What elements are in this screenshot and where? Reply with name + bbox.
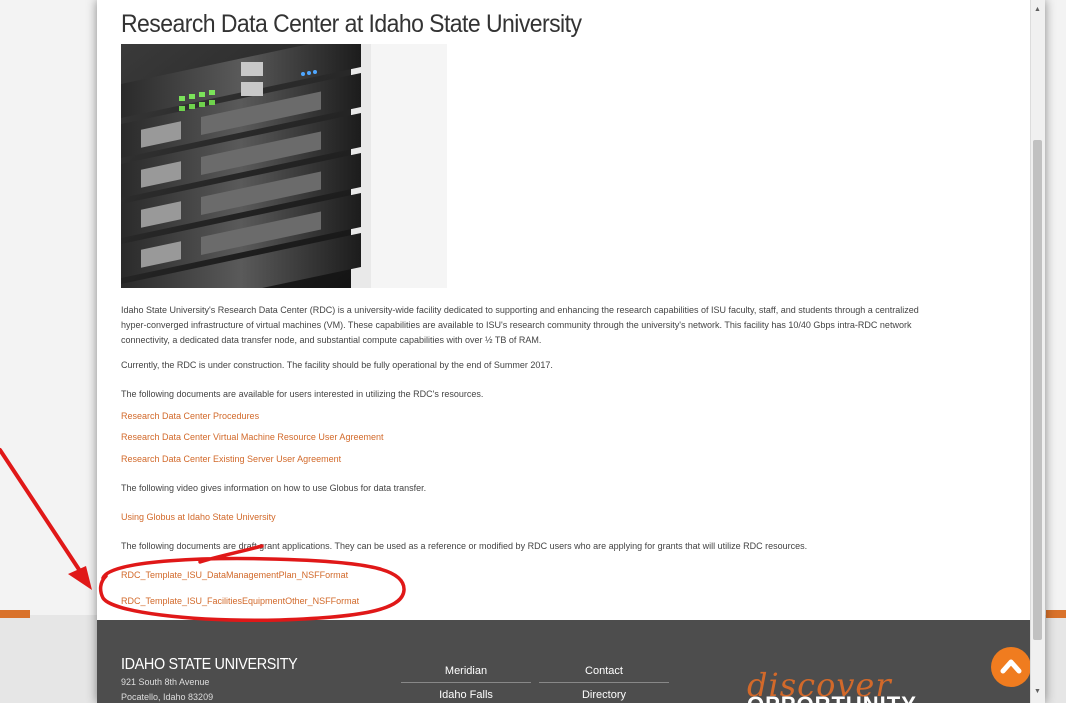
footer-divider bbox=[539, 682, 669, 683]
video-intro: The following video gives information on… bbox=[121, 483, 427, 493]
server-rack-illustration bbox=[121, 44, 447, 288]
footer-address-line1: 921 South 8th Avenue bbox=[121, 677, 210, 687]
footer-link-contact[interactable]: Contact bbox=[539, 665, 669, 677]
scrollbar-thumb[interactable] bbox=[1033, 140, 1042, 640]
link-rdc-procedures[interactable]: Research Data Center Procedures bbox=[121, 411, 259, 421]
link-data-management-plan[interactable]: RDC_Template_ISU_DataManagementPlan_NSFF… bbox=[121, 570, 348, 580]
scroll-down-arrow-icon[interactable]: ▼ bbox=[1034, 688, 1041, 695]
opportunity-logo-text: OPPORTUNITY bbox=[747, 692, 917, 703]
backdrop-accent-right bbox=[1046, 610, 1066, 618]
footer-university-name: IDAHO STATE UNIVERSITY bbox=[121, 656, 298, 673]
scroll-up-arrow-icon[interactable]: ▲ bbox=[1034, 6, 1041, 13]
browser-page: Research Data Center at Idaho State Univ… bbox=[97, 0, 1045, 703]
link-vm-user-agreement[interactable]: Research Data Center Virtual Machine Res… bbox=[121, 432, 383, 442]
footer-link-meridian[interactable]: Meridian bbox=[401, 665, 531, 677]
intro-paragraph: Idaho State University's Research Data C… bbox=[121, 305, 919, 345]
server-rack-image bbox=[121, 44, 447, 288]
back-to-top-button[interactable] bbox=[991, 647, 1031, 687]
site-footer: IDAHO STATE UNIVERSITY 921 South 8th Ave… bbox=[97, 620, 1031, 703]
docs-intro: The following documents are available fo… bbox=[121, 389, 484, 399]
vertical-scrollbar[interactable]: ▲ ▼ bbox=[1030, 0, 1045, 703]
link-globus-video[interactable]: Using Globus at Idaho State University bbox=[121, 512, 276, 522]
footer-address-line2: Pocatello, Idaho 83209 bbox=[121, 692, 214, 702]
footer-link-idaho-falls[interactable]: Idaho Falls bbox=[401, 689, 531, 701]
status-paragraph: Currently, the RDC is under construction… bbox=[121, 360, 553, 370]
page-title: Research Data Center at Idaho State Univ… bbox=[121, 10, 582, 38]
backdrop-accent-left bbox=[0, 610, 30, 618]
chevron-up-icon bbox=[1000, 659, 1022, 674]
link-existing-server-agreement[interactable]: Research Data Center Existing Server Use… bbox=[121, 454, 341, 464]
footer-link-directory[interactable]: Directory bbox=[539, 689, 669, 701]
grants-intro: The following documents are draft grant … bbox=[121, 541, 808, 551]
footer-divider bbox=[401, 682, 531, 683]
link-facilities-equipment[interactable]: RDC_Template_ISU_FacilitiesEquipmentOthe… bbox=[121, 596, 359, 606]
